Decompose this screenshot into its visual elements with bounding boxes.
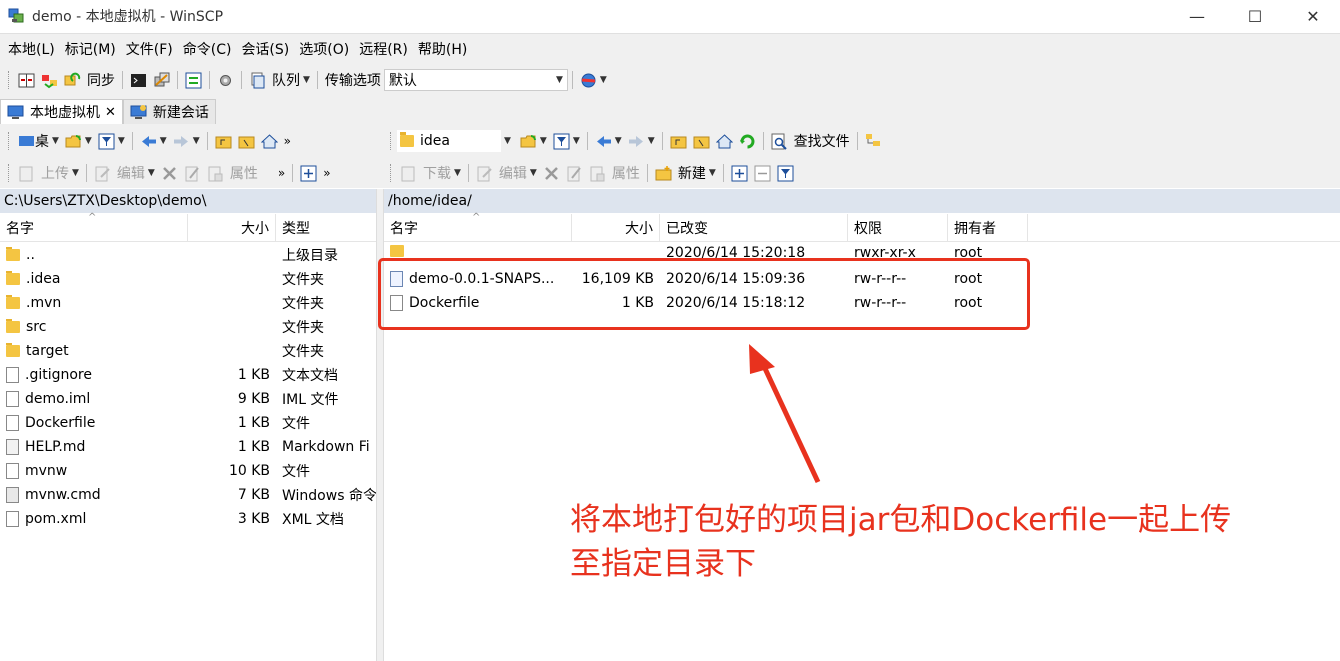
annotation-text: 将本地打包好的项目jar包和Dockerfile一起上传至指定目录下 — [570, 502, 1232, 582]
